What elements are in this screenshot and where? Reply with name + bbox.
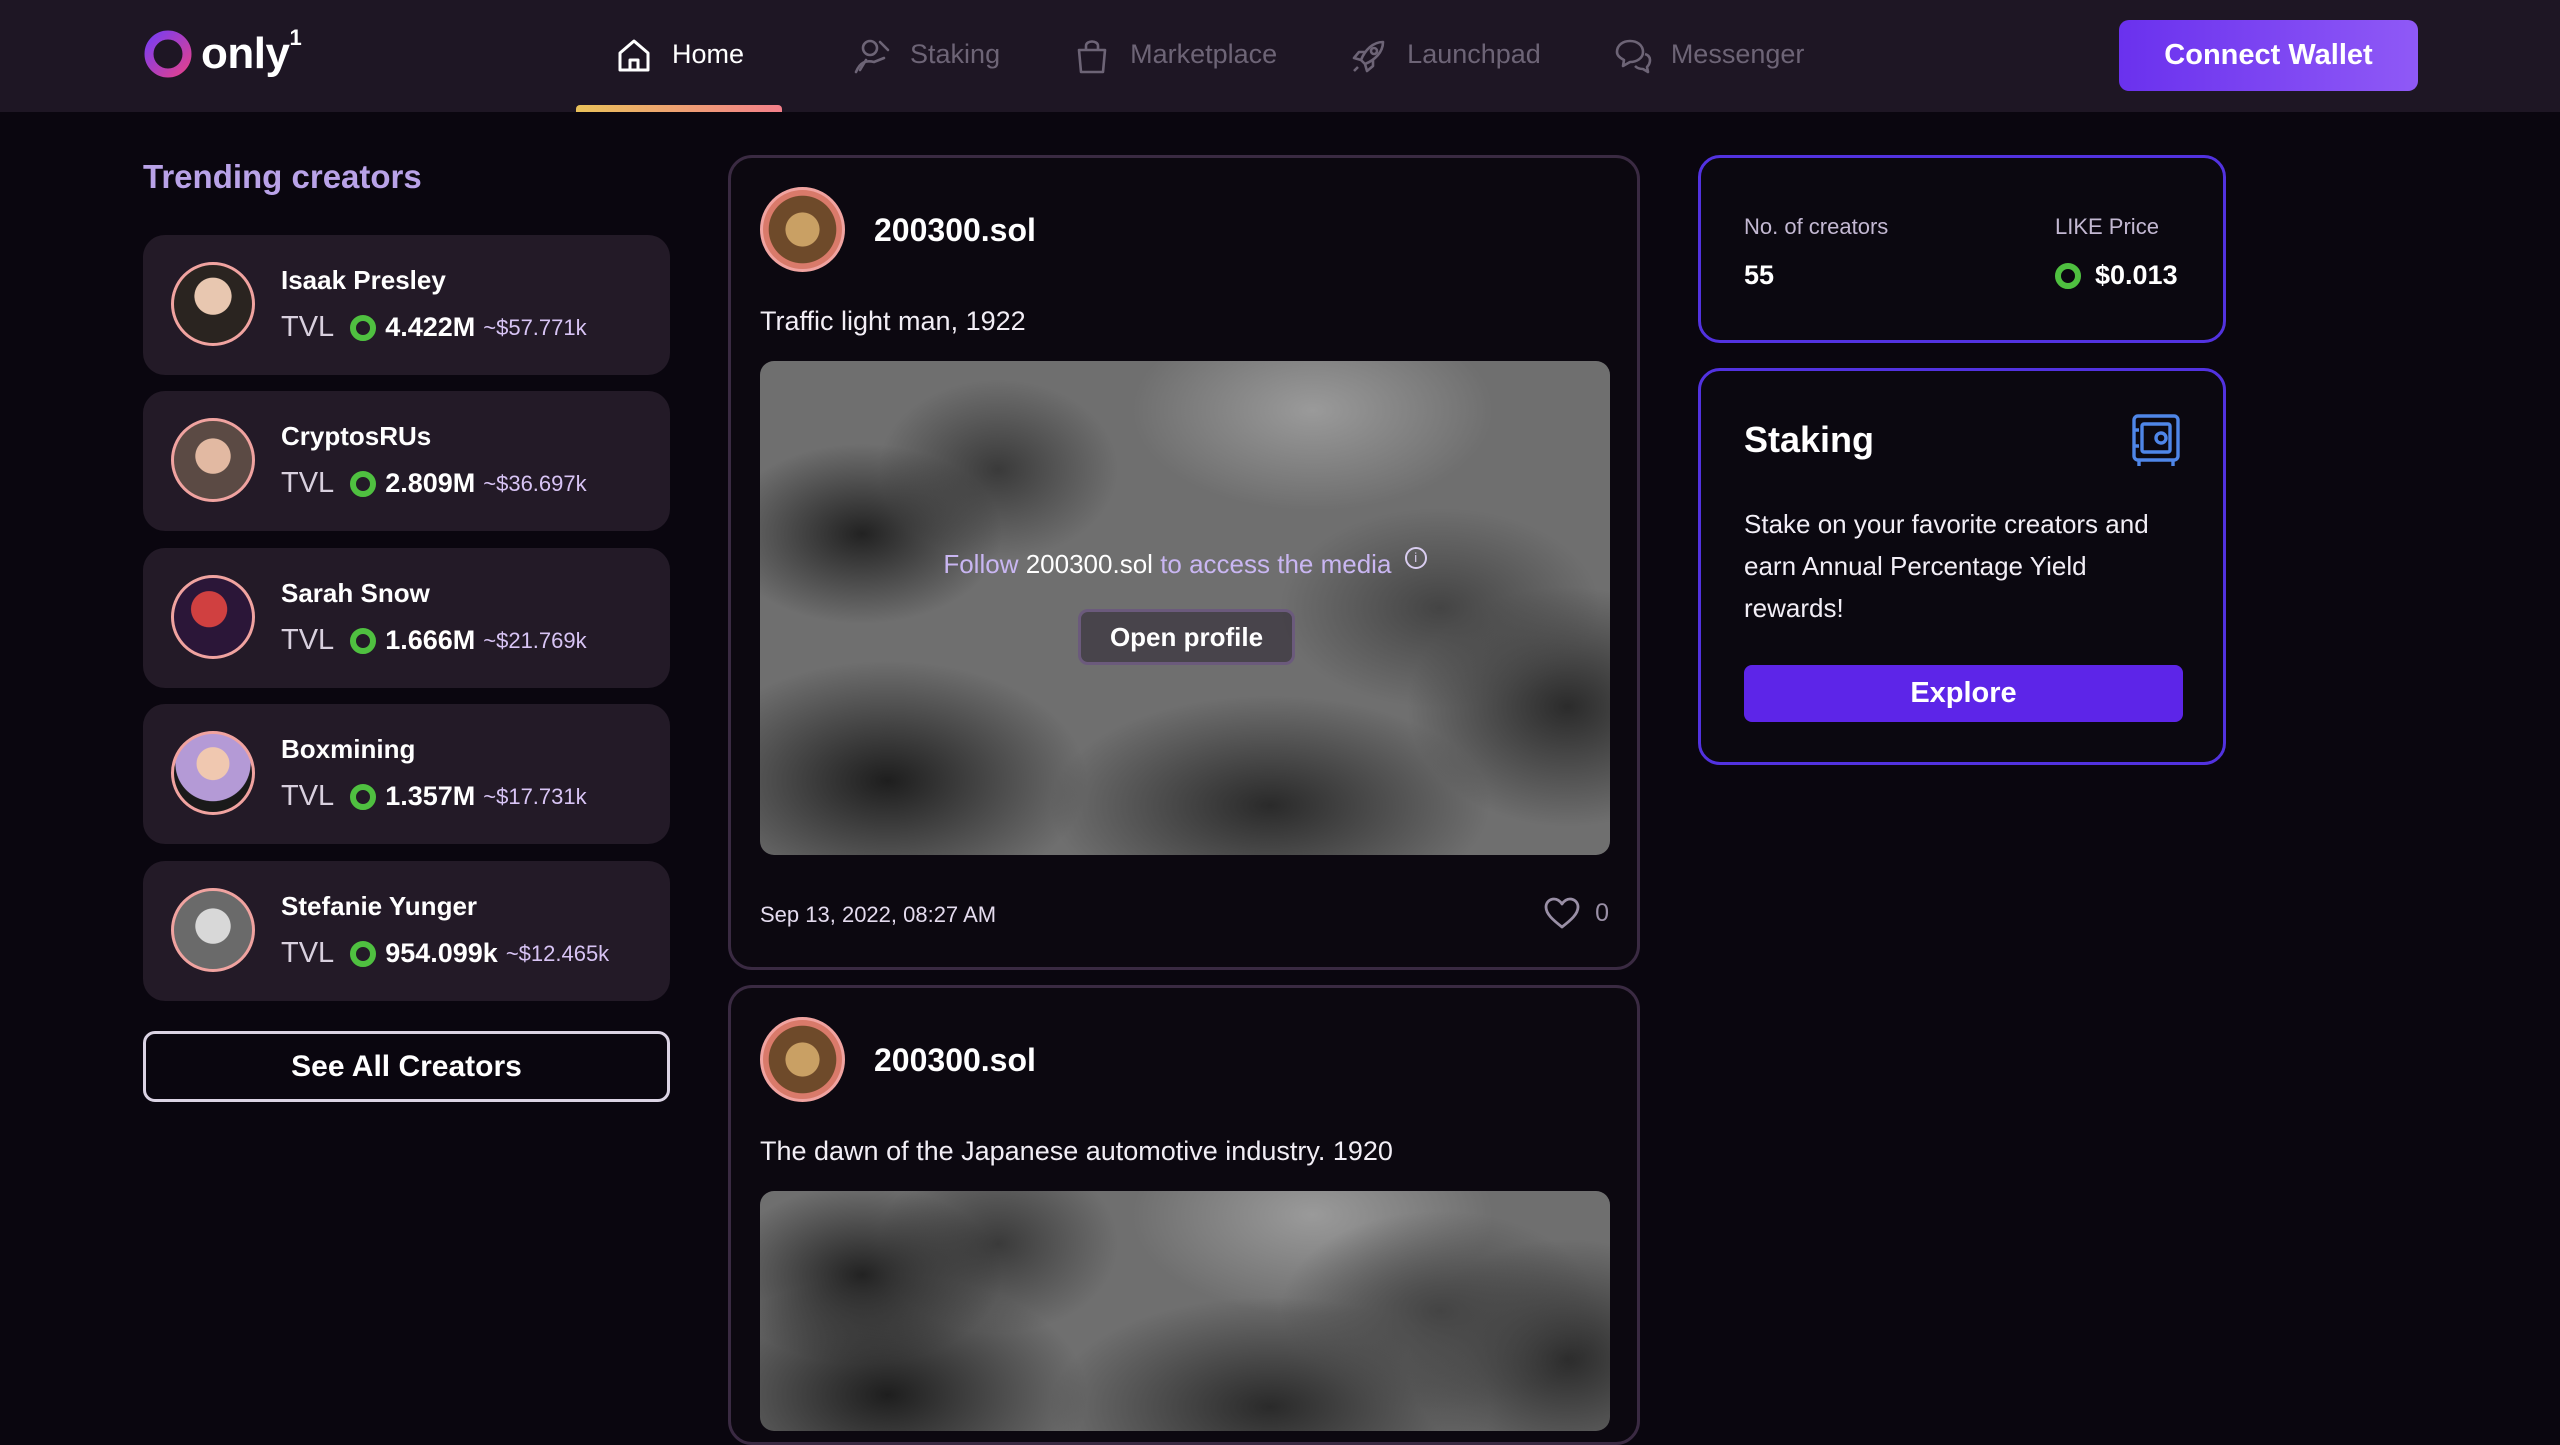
post-timestamp: Sep 13, 2022, 08:27 AM	[760, 902, 997, 927]
media-msg-author: 200300.sol	[1025, 549, 1153, 579]
tvl-label: TVL	[281, 467, 335, 499]
creators-count-label: No. of creators	[1744, 214, 1889, 239]
app-logo[interactable]: only 1	[143, 25, 302, 82]
staking-description: Stake on your favorite creators and earn…	[1744, 509, 2149, 623]
rocket-icon	[1352, 40, 1385, 73]
like-price-label: LIKE Price	[2055, 214, 2159, 239]
tvl-value: 1.666M	[385, 625, 476, 655]
nav-label-messenger: Messenger	[1670, 38, 1805, 69]
like-coin-icon	[2055, 262, 2081, 289]
nav-item-messenger[interactable]: Messenger	[1583, 0, 1835, 112]
like-price-value: $0.013	[2095, 260, 2178, 290]
nav-label-marketplace: Marketplace	[1130, 38, 1278, 69]
staking-card: Staking Stake on your favorite creators …	[1698, 368, 2226, 765]
nav-item-home[interactable]: Home	[576, 0, 783, 112]
feed-post: 200300.sol The dawn of the Japanese auto…	[728, 985, 1640, 1445]
creator-name: CryptosRUs	[281, 421, 432, 451]
creator-stats: TVL 2.809M ~$36.697k	[281, 467, 587, 500]
avatar	[171, 575, 255, 659]
tvl-usd: ~$21.769k	[483, 627, 587, 653]
avatar[interactable]	[760, 1017, 845, 1102]
tvl-label: TVL	[281, 937, 335, 969]
nav-label-launchpad: Launchpad	[1407, 38, 1541, 69]
like-coin-icon	[350, 470, 377, 497]
creator-card[interactable]: Isaak Presley TVL 4.422M ~$57.771k	[143, 235, 670, 375]
connect-wallet-button[interactable]: Connect Wallet	[2119, 20, 2418, 91]
avatar	[171, 731, 255, 815]
locked-media	[760, 1191, 1610, 1431]
nav-label-home: Home	[672, 38, 745, 69]
main-nav: Home Staking Marketplace Launchpad Messe…	[576, 0, 1846, 112]
trending-creators-heading: Trending creators	[143, 158, 422, 195]
explore-button[interactable]: Explore	[1744, 665, 2183, 722]
info-icon[interactable]: i	[1404, 547, 1427, 569]
avatar[interactable]	[760, 187, 845, 272]
logo-superscript: 1	[289, 25, 302, 50]
avatar	[171, 888, 255, 972]
like-price: $0.013	[2055, 260, 2178, 291]
tvl-value: 954.099k	[385, 938, 498, 968]
creator-name: Isaak Presley	[281, 265, 446, 295]
logo-ring-icon	[144, 30, 192, 78]
creator-stats: TVL 4.422M ~$57.771k	[281, 311, 587, 344]
tvl-value: 1.357M	[385, 781, 476, 811]
feed-post: 200300.sol Traffic light man, 1922 Follo…	[728, 155, 1640, 970]
post-author[interactable]: 200300.sol	[874, 212, 1036, 249]
like-control[interactable]: 0	[1543, 896, 1609, 930]
nav-label-staking: Staking	[910, 38, 1001, 69]
creator-card[interactable]: Sarah Snow TVL 1.666M ~$21.769k	[143, 548, 670, 688]
staking-title: Staking	[1744, 419, 1875, 460]
post-author[interactable]: 200300.sol	[874, 1042, 1036, 1079]
creators-count-value: 55	[1744, 260, 1775, 290]
tvl-usd: ~$12.465k	[505, 940, 610, 966]
locked-media: Follow 200300.sol to access the media i …	[760, 361, 1610, 855]
tvl-label: TVL	[281, 624, 335, 656]
tvl-value: 4.422M	[385, 312, 476, 342]
open-profile-button[interactable]: Open profile	[1078, 609, 1295, 665]
creator-stats: TVL 1.357M ~$17.731k	[281, 780, 587, 813]
nav-item-staking[interactable]: Staking	[822, 0, 1030, 112]
like-coin-icon	[350, 627, 377, 654]
creator-stats: TVL 954.099k ~$12.465k	[281, 937, 609, 970]
see-all-creators-button[interactable]: See All Creators	[143, 1031, 670, 1102]
like-coin-icon	[350, 940, 377, 967]
like-count: 0	[1595, 898, 1609, 927]
tvl-value: 2.809M	[385, 468, 476, 498]
chat-bubbles-icon	[1615, 39, 1652, 74]
like-coin-icon	[350, 783, 377, 810]
post-caption: The dawn of the Japanese automotive indu…	[760, 1136, 1393, 1166]
like-coin-icon	[350, 314, 377, 341]
media-msg-prefix: Follow	[943, 549, 1019, 579]
staking-icon	[854, 39, 890, 74]
shopping-bag-icon	[1077, 40, 1107, 74]
media-lock-message: Follow 200300.sol to access the media i	[760, 547, 1610, 580]
top-navigation-bar: only 1 Home Staking Marketplace Launchpa…	[0, 0, 2560, 112]
creator-card[interactable]: Stefanie Yunger TVL 954.099k ~$12.465k	[143, 861, 670, 1001]
nav-item-launchpad[interactable]: Launchpad	[1319, 0, 1571, 112]
home-icon	[618, 39, 650, 72]
tvl-label: TVL	[281, 311, 335, 343]
media-msg-suffix: to access the media	[1160, 549, 1392, 579]
tvl-usd: ~$17.731k	[483, 783, 587, 809]
logo-text: only	[201, 29, 290, 78]
avatar	[171, 418, 255, 502]
safe-icon	[2132, 414, 2180, 466]
heart-icon[interactable]	[1543, 896, 1581, 930]
platform-stats-card: No. of creators 55 LIKE Price $0.013	[1698, 155, 2226, 343]
tvl-usd: ~$36.697k	[483, 470, 587, 496]
tvl-usd: ~$57.771k	[483, 314, 587, 340]
creator-name: Stefanie Yunger	[281, 891, 478, 921]
tvl-label: TVL	[281, 780, 335, 812]
avatar	[171, 262, 255, 346]
creator-stats: TVL 1.666M ~$21.769k	[281, 624, 587, 657]
creator-name: Boxmining	[281, 734, 416, 764]
post-caption: Traffic light man, 1922	[760, 306, 1026, 336]
creator-card[interactable]: CryptosRUs TVL 2.809M ~$36.697k	[143, 391, 670, 531]
creator-card[interactable]: Boxmining TVL 1.357M ~$17.731k	[143, 704, 670, 844]
creator-name: Sarah Snow	[281, 578, 430, 608]
nav-item-marketplace[interactable]: Marketplace	[1042, 0, 1307, 112]
